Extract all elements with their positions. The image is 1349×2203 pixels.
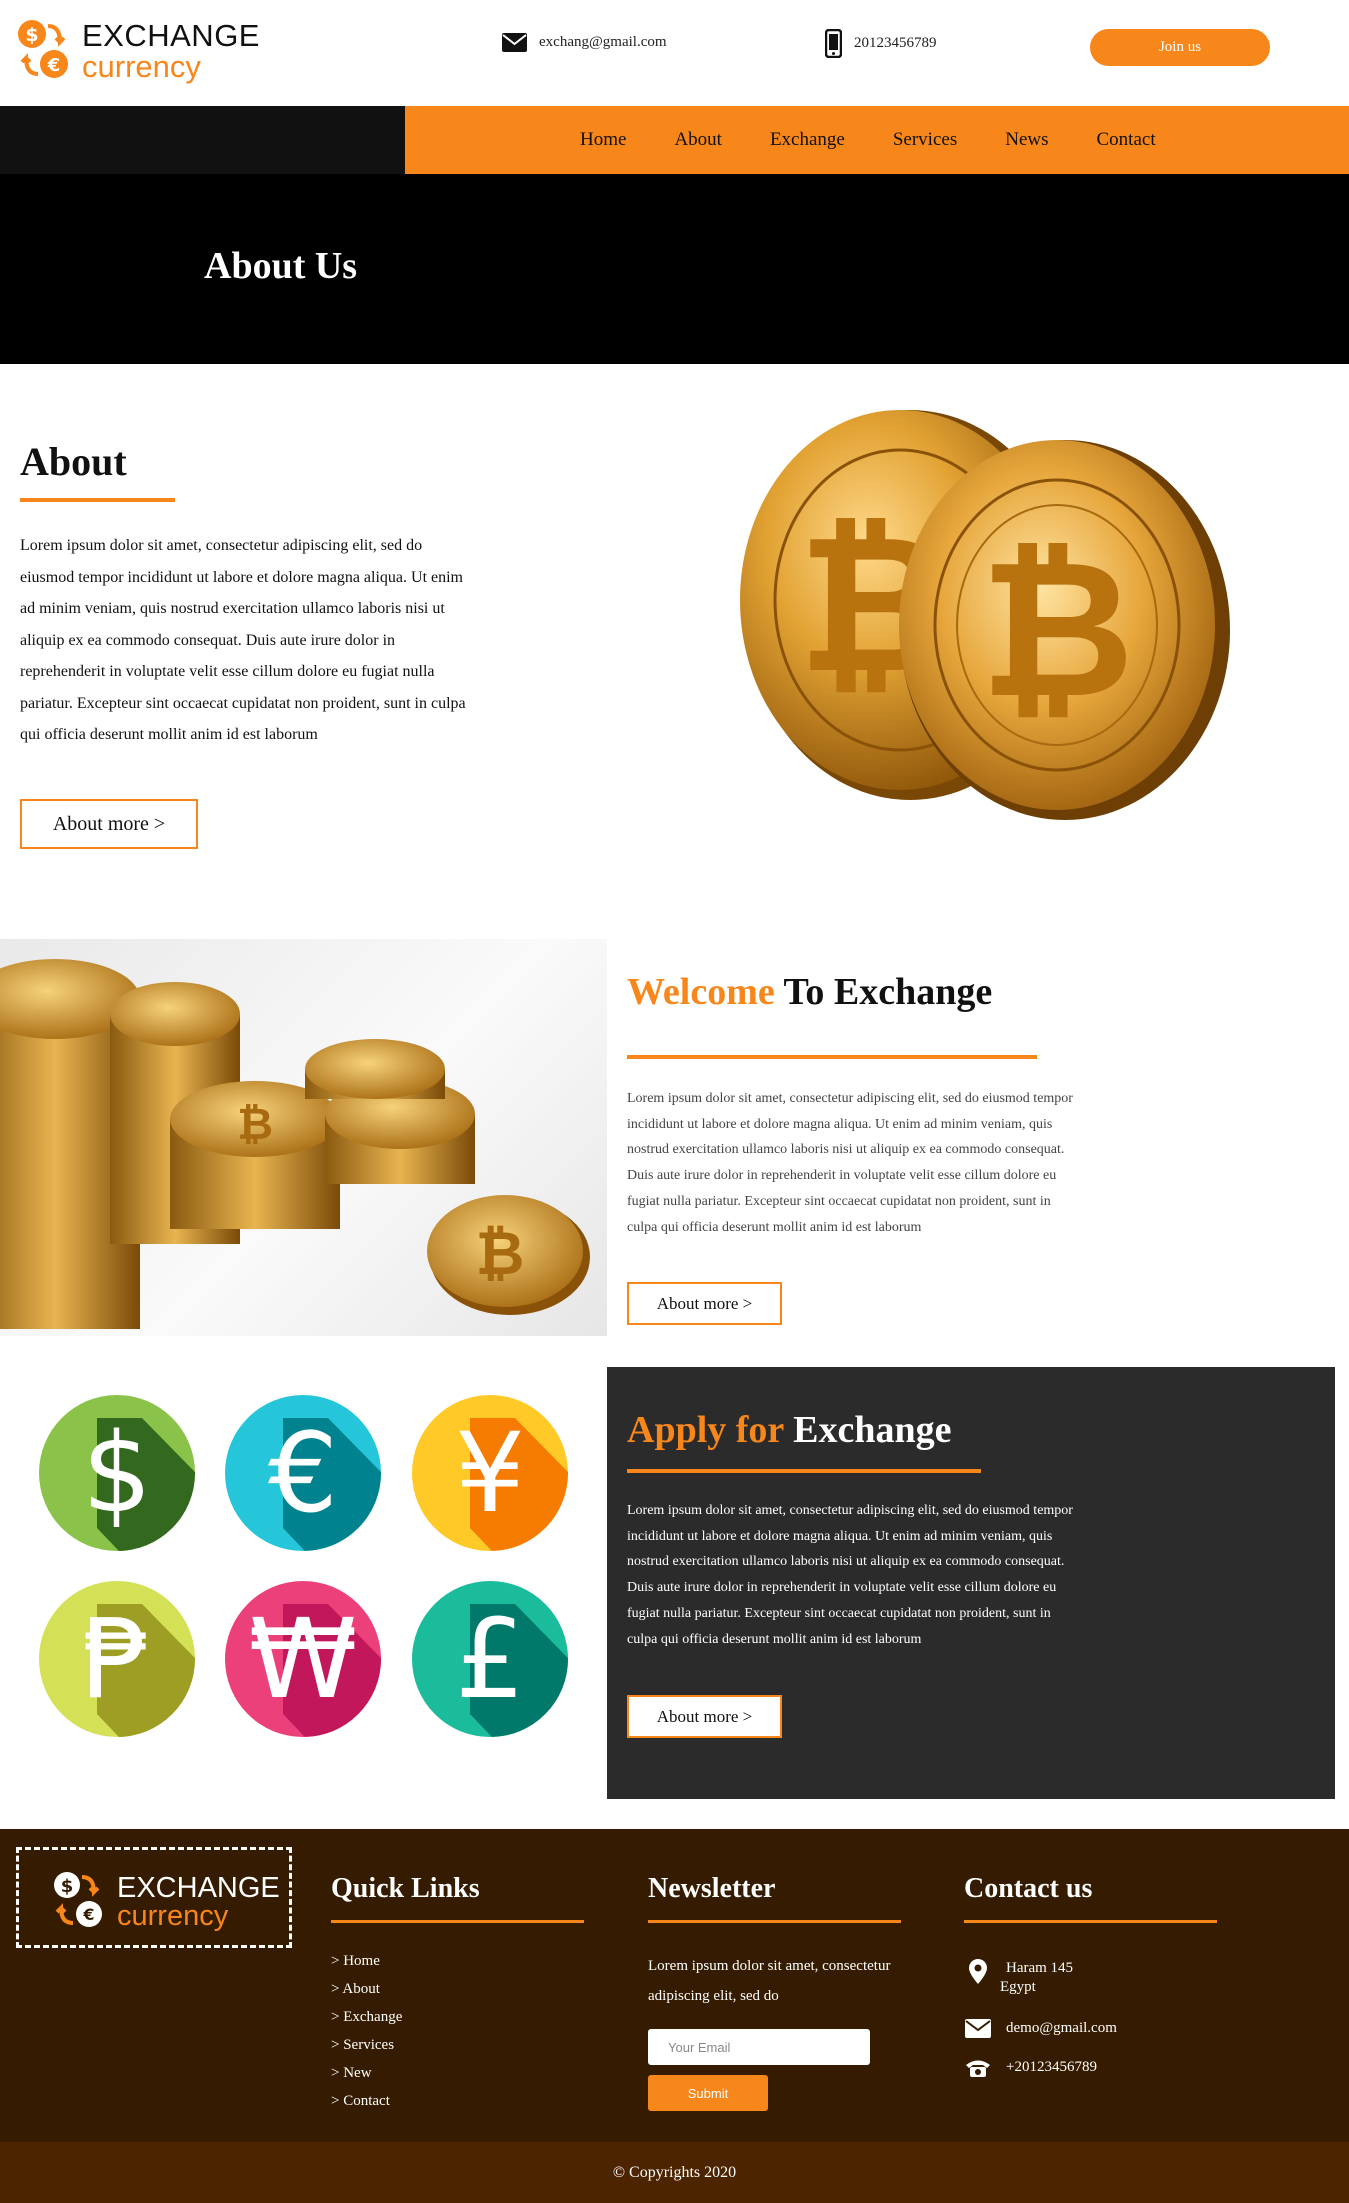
welcome-heading-underline: [627, 1055, 1037, 1059]
copyright-text: © Copyrights 2020: [612, 2163, 737, 2181]
quick-link-home[interactable]: > Home: [331, 1947, 402, 1975]
svg-text:₿: ₿: [237, 1099, 273, 1150]
svg-text:$: $: [25, 24, 38, 46]
nav-links: Home About Exchange Services News Contac…: [580, 106, 1204, 174]
about-more-button[interactable]: About more >: [20, 799, 198, 849]
quick-link-services[interactable]: > Services: [331, 2031, 402, 2059]
pound-icon-symbol: £: [455, 1595, 525, 1723]
apply-panel: Apply for Exchange Lorem ipsum dolor sit…: [607, 1367, 1335, 1799]
header-email-text: exchang@gmail.com: [539, 34, 667, 50]
about-heading: About: [20, 439, 127, 484]
apply-heading: Apply for Exchange: [627, 1408, 951, 1452]
won-icon-symbol: ₩: [249, 1595, 358, 1723]
svg-text:₿: ₿: [980, 519, 1135, 740]
won-icon: ₩: [225, 1581, 381, 1737]
quick-link-contact[interactable]: > Contact: [331, 2087, 402, 2115]
logo-text-currency: currency: [82, 49, 201, 84]
dollar-icon: $: [39, 1395, 195, 1551]
header-phone[interactable]: 20123456789: [825, 29, 937, 58]
about-paragraph: Lorem ipsum dolor sit amet, consectetur …: [20, 537, 466, 743]
dollar-icon-symbol: $: [82, 1409, 152, 1537]
contact-address: Haram 145 Egypt: [964, 1959, 1073, 1997]
about-heading-underline: [20, 498, 175, 502]
coin-stacks-illustration: ₿ ₿: [0, 959, 590, 1329]
quick-link-about[interactable]: > About: [331, 1975, 402, 2003]
footer-logo[interactable]: $ € EXCHANGE currency: [16, 1847, 292, 1948]
quick-links-underline: [331, 1920, 584, 1923]
yen-icon: ¥: [412, 1395, 568, 1551]
peso-icon: ₱: [39, 1581, 195, 1737]
svg-text:€: €: [47, 55, 61, 76]
contact-phone[interactable]: +20123456789: [964, 2058, 1097, 2078]
newsletter-heading: Newsletter: [648, 1873, 776, 1904]
copyright-bar: © Copyrights 2020: [0, 2142, 1349, 2203]
svg-text:€: €: [82, 1905, 94, 1924]
quick-link-new[interactable]: > New: [331, 2059, 402, 2087]
contact-heading: Contact us: [964, 1873, 1093, 1904]
svg-text:$: $: [61, 1876, 74, 1897]
map-pin-icon: [969, 1959, 987, 1984]
apply-heading-underline: [627, 1469, 981, 1473]
welcome-heading: Welcome To Exchange: [627, 970, 992, 1014]
contact-address-line1: Haram 145: [1006, 1960, 1074, 1976]
coin-stacks-image: ₿ ₿: [0, 939, 607, 1336]
contact-email[interactable]: demo@gmail.com: [964, 2019, 1117, 2038]
newsletter-email-input[interactable]: [648, 2029, 870, 2065]
apply-about-more-button[interactable]: About more >: [627, 1695, 782, 1738]
contact-address-line2: Egypt: [1000, 1979, 1036, 1995]
nav-exchange[interactable]: Exchange: [770, 129, 845, 151]
nav-services[interactable]: Services: [893, 129, 957, 151]
apply-heading-accent: Apply for: [627, 1409, 784, 1451]
header-email[interactable]: exchang@gmail.com: [502, 33, 667, 52]
currency-icons-grid: $ € ¥ ₱ ₩ £: [0, 1367, 607, 1757]
page-banner: About Us: [0, 174, 1349, 364]
quick-link-exchange[interactable]: > Exchange: [331, 2003, 402, 2031]
newsletter-text: Lorem ipsum dolor sit amet, consectetur …: [648, 1958, 891, 2004]
welcome-about-more-button[interactable]: About more >: [627, 1282, 782, 1325]
envelope-icon: [965, 2019, 991, 2038]
nav-about[interactable]: About: [674, 129, 722, 151]
apply-heading-rest: Exchange: [783, 1409, 952, 1451]
site-logo[interactable]: $ € EXCHANGE currency: [14, 16, 259, 86]
footer-exchange-logo-icon: $ €: [54, 1872, 102, 1927]
site-footer: $ € EXCHANGE currency Quick Links > Home…: [0, 1829, 1349, 2142]
contact-phone-text: +20123456789: [1006, 2059, 1097, 2075]
nav-contact[interactable]: Contact: [1097, 129, 1156, 151]
nav-news[interactable]: News: [1005, 129, 1048, 151]
site-header: $ € EXCHANGE currency exchang@gmail.com …: [0, 0, 1349, 106]
peso-icon-symbol: ₱: [82, 1595, 152, 1723]
quick-links-heading: Quick Links: [331, 1873, 480, 1904]
mobile-phone-icon: [825, 29, 842, 58]
svg-text:₿: ₿: [476, 1219, 525, 1289]
welcome-heading-rest: To Exchange: [774, 971, 993, 1013]
welcome-paragraph: Lorem ipsum dolor sit amet, consectetur …: [627, 1091, 1073, 1235]
euro-icon-symbol: €: [268, 1409, 338, 1537]
bitcoin-coins-image: ₿ ₿: [740, 410, 1230, 820]
telephone-icon: [966, 2060, 990, 2077]
contact-underline: [964, 1920, 1217, 1923]
envelope-icon: [502, 33, 527, 52]
main-nav: Home About Exchange Services News Contac…: [0, 106, 1349, 174]
footer-logo-text-currency: currency: [117, 1900, 229, 1932]
pound-icon: £: [412, 1581, 568, 1737]
apply-paragraph: Lorem ipsum dolor sit amet, consectetur …: [627, 1503, 1073, 1647]
header-phone-text: 20123456789: [854, 35, 937, 51]
newsletter-underline: [648, 1920, 901, 1923]
welcome-heading-accent: Welcome: [627, 971, 775, 1013]
contact-email-text: demo@gmail.com: [1006, 2020, 1117, 2036]
newsletter-submit-button[interactable]: Submit: [648, 2075, 768, 2111]
nav-home[interactable]: Home: [580, 129, 626, 151]
yen-icon-symbol: ¥: [455, 1409, 525, 1537]
currency-icons: $ € ¥ ₱ ₩ £: [39, 1395, 568, 1737]
join-us-button[interactable]: Join us: [1090, 29, 1270, 66]
quick-links-list: > Home > About > Exchange > Services > N…: [331, 1947, 402, 2115]
euro-icon: €: [225, 1395, 381, 1551]
page-title: About Us: [204, 245, 358, 287]
exchange-logo-icon: $ €: [18, 20, 68, 78]
